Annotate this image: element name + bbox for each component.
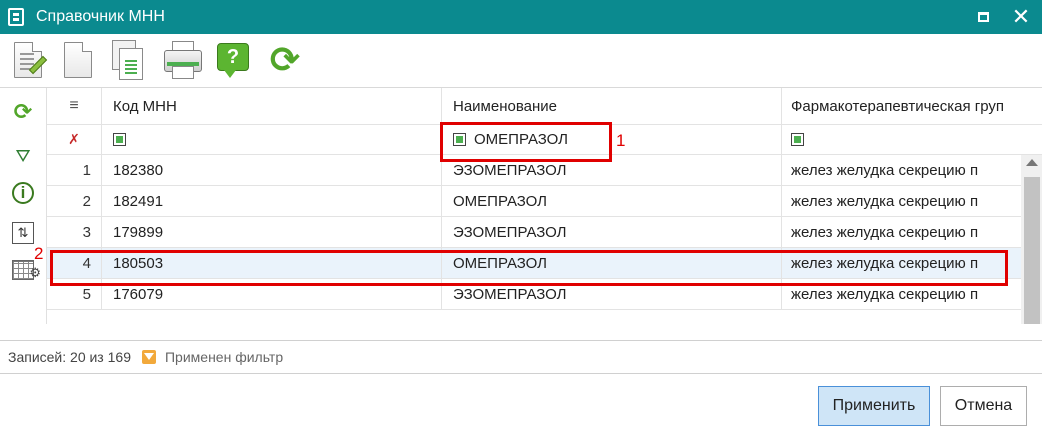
row-number: 3 xyxy=(47,217,102,247)
column-header-pharm[interactable]: Фармакотерапевтическая груп xyxy=(782,88,1022,124)
cell-code: 179899 xyxy=(102,217,442,247)
clear-filters-button[interactable]: ✗ xyxy=(47,125,102,154)
filter-applied-label: Применен фильтр xyxy=(164,349,284,365)
filter-checkbox-icon xyxy=(791,133,804,146)
refresh-icon: ⟳ xyxy=(269,39,301,80)
filter-pharm[interactable] xyxy=(782,125,1022,154)
help-icon: ? xyxy=(217,43,249,78)
cell-code: 182380 xyxy=(102,155,442,185)
annotation-number-2: 2 xyxy=(34,244,44,263)
scroll-up-icon[interactable] xyxy=(1026,159,1038,166)
filter-code[interactable] xyxy=(102,125,442,154)
side-toolbar: ⟳ ⛛ i ⇅ xyxy=(0,88,46,324)
row-number: 2 xyxy=(47,186,102,216)
header-row: ≡ Код МНН Наименование Фармакотерапевтич… xyxy=(47,88,1042,125)
maximize-icon xyxy=(977,12,989,22)
scroll-thumb[interactable] xyxy=(1024,177,1040,324)
grid-settings-icon[interactable] xyxy=(12,260,41,285)
title-bar: Справочник МНН ✕ xyxy=(0,0,1042,34)
copy-record-button[interactable] xyxy=(108,40,148,82)
filter-checkbox-icon xyxy=(113,133,126,146)
new-document-icon xyxy=(64,42,92,78)
filter-icon[interactable]: ⛛ xyxy=(11,144,35,168)
close-button[interactable]: ✕ xyxy=(1011,4,1031,29)
printer-output xyxy=(172,66,194,79)
cell-pharm: желез желудка секрецию п xyxy=(791,223,979,241)
close-icon: ✕ xyxy=(1011,4,1031,29)
refresh-button[interactable]: ⟳ xyxy=(265,40,305,82)
refresh-icon[interactable]: ⟳ xyxy=(11,100,35,124)
cell-pharm: желез желудка секрецию п xyxy=(791,161,979,179)
annotation-number-1: 1 xyxy=(616,131,626,150)
column-menu-button[interactable]: ≡ xyxy=(47,88,102,124)
row-number: 1 xyxy=(47,155,102,185)
cell-pharm: желез желудка секрецию п xyxy=(791,192,979,210)
cell-code: 182491 xyxy=(102,186,442,216)
maximize-button[interactable] xyxy=(973,7,993,27)
filter-applied-icon xyxy=(141,350,156,364)
column-header-name[interactable]: Наименование xyxy=(442,88,782,124)
annotation-box-filter xyxy=(440,122,612,162)
info-icon[interactable]: i xyxy=(12,182,34,204)
table-row[interactable]: 3 179899 ЭЗОМЕПРАЗОЛ желез желудка секре… xyxy=(47,217,1042,248)
column-header-code[interactable]: Код МНН xyxy=(102,88,442,124)
app-icon xyxy=(8,8,24,26)
new-record-button[interactable] xyxy=(58,40,98,82)
cell-name: ОМЕПРАЗОЛ xyxy=(442,186,782,216)
clear-filter-icon: ✗ xyxy=(68,131,80,147)
cancel-button[interactable]: Отмена xyxy=(940,386,1027,426)
copy-lines xyxy=(125,60,137,62)
toolbar: ? ⟳ xyxy=(0,34,1042,88)
cell-name: ЭЗОМЕПРАЗОЛ xyxy=(442,217,782,247)
copy-document-icon xyxy=(119,48,143,80)
sort-icon[interactable]: ⇅ xyxy=(12,222,34,244)
vertical-scrollbar[interactable] xyxy=(1021,155,1042,324)
apply-button[interactable]: Применить xyxy=(818,386,930,426)
records-count: Записей: 20 из 169 xyxy=(8,349,131,365)
status-bar: Записей: 20 из 169 Применен фильтр xyxy=(0,340,1042,374)
window-title: Справочник МНН xyxy=(36,8,165,25)
print-button[interactable] xyxy=(163,40,203,82)
annotation-box-row xyxy=(50,250,1008,286)
menu-icon: ≡ xyxy=(69,97,79,114)
edit-record-button[interactable] xyxy=(8,40,48,82)
table-row[interactable]: 2 182491 ОМЕПРАЗОЛ желез желудка секреци… xyxy=(47,186,1042,217)
help-button[interactable]: ? xyxy=(213,40,253,82)
